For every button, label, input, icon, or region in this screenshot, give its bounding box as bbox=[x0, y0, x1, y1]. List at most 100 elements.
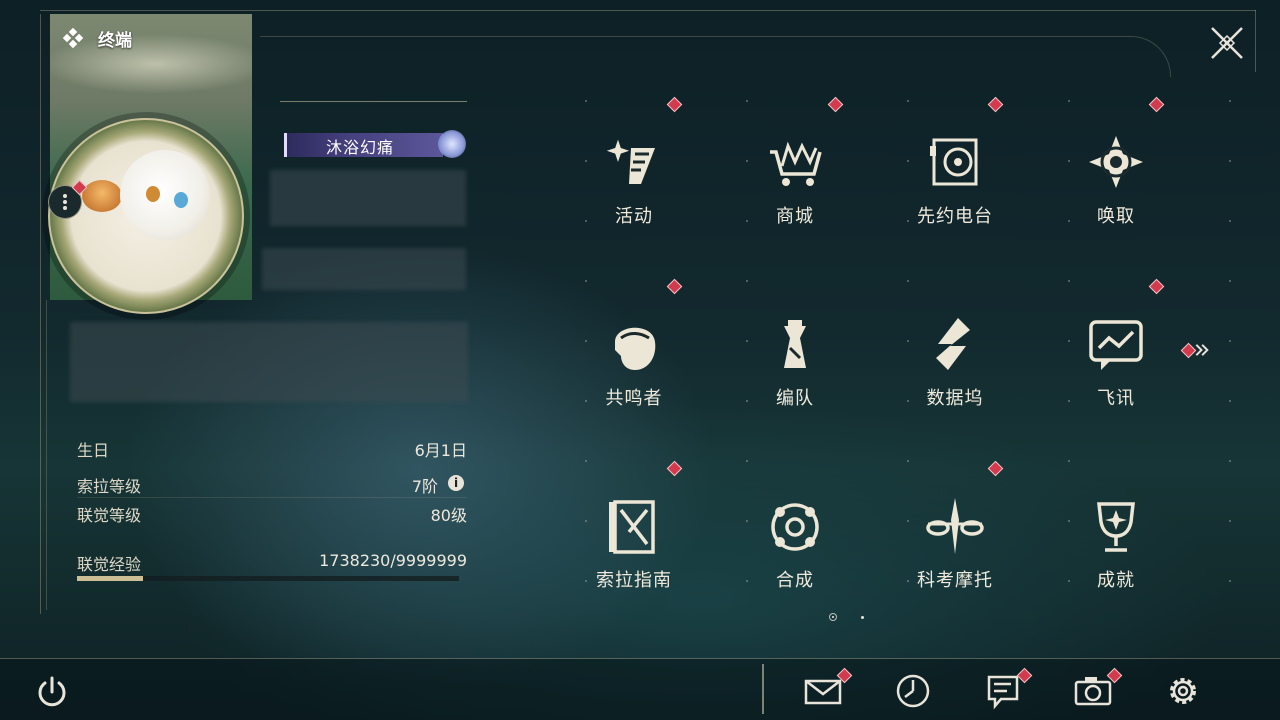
info-icon[interactable]: i bbox=[448, 475, 464, 491]
grid-dot bbox=[907, 580, 909, 582]
menu-tile[interactable]: 活动 bbox=[553, 90, 715, 272]
next-page-icon[interactable] bbox=[1195, 338, 1221, 362]
grid-dot bbox=[1229, 220, 1231, 222]
grid-dot bbox=[585, 340, 587, 342]
grid-dot bbox=[746, 580, 748, 582]
menu-tile-label: 先约电台 bbox=[917, 206, 993, 227]
redacted-signature bbox=[70, 322, 468, 402]
notification-badge bbox=[666, 460, 683, 477]
menu-tile[interactable]: 飞讯 bbox=[1035, 272, 1197, 454]
menu-tile[interactable]: 商城 bbox=[714, 90, 876, 272]
grid-dot bbox=[746, 160, 748, 162]
union-exp-value: 1738230/9999999 bbox=[319, 551, 467, 570]
grid-dot bbox=[1229, 460, 1231, 462]
grid-dot bbox=[1229, 160, 1231, 162]
settings-gear-icon[interactable] bbox=[1163, 671, 1203, 711]
guide-book-icon bbox=[609, 500, 655, 554]
nameplate-divider bbox=[280, 101, 467, 102]
grid-dot bbox=[1068, 460, 1070, 462]
menu-tile[interactable]: 先约电台 bbox=[874, 90, 1036, 272]
grid-dot bbox=[907, 400, 909, 402]
notice-icon[interactable] bbox=[983, 671, 1023, 711]
bottom-separator bbox=[762, 664, 764, 714]
notification-badge bbox=[666, 278, 683, 295]
camera-icon[interactable] bbox=[1073, 671, 1113, 711]
menu-tile[interactable]: 合成 bbox=[714, 454, 876, 636]
close-icon[interactable] bbox=[1208, 24, 1246, 62]
grid-dot bbox=[746, 220, 748, 222]
menu-tile[interactable]: 成就 bbox=[1035, 454, 1197, 636]
grid-dot bbox=[1229, 100, 1231, 102]
grid-dot bbox=[1229, 580, 1231, 582]
menu-tile[interactable]: 共鸣者 bbox=[553, 272, 715, 454]
page-indicator-2[interactable] bbox=[861, 616, 864, 619]
frame-curve-line bbox=[260, 36, 1171, 77]
grid-dot bbox=[585, 280, 587, 282]
radio-icon bbox=[930, 138, 978, 186]
exp-progress-fill bbox=[77, 576, 144, 581]
menu-tile[interactable]: 编队 bbox=[714, 272, 876, 454]
grid-dot bbox=[1229, 340, 1231, 342]
grid-dot bbox=[1068, 160, 1070, 162]
menu-tile-label: 数据坞 bbox=[926, 388, 984, 409]
notification-badge bbox=[666, 96, 683, 113]
avatar-eye-left bbox=[146, 186, 160, 202]
avatar-face bbox=[120, 150, 210, 240]
menu-tile-label: 科考摩托 bbox=[917, 570, 993, 591]
redacted-name bbox=[270, 170, 466, 226]
grid-dot bbox=[1068, 400, 1070, 402]
birthday-label: 生日 bbox=[77, 441, 110, 460]
grid-dot bbox=[1068, 280, 1070, 282]
grid-dot bbox=[907, 280, 909, 282]
grid-dot bbox=[746, 100, 748, 102]
grid-dot bbox=[1068, 220, 1070, 222]
menu-tile[interactable]: 科考摩托 bbox=[874, 454, 1036, 636]
notification-badge bbox=[987, 460, 1004, 477]
frame-left-line-inner bbox=[46, 300, 47, 610]
terminal-icon bbox=[63, 28, 83, 48]
name-plate-label: 沐浴幻痛 bbox=[326, 138, 395, 157]
notification-badge bbox=[1148, 96, 1165, 113]
frame-right-line bbox=[1255, 10, 1256, 72]
grid-dot bbox=[585, 460, 587, 462]
menu-tile[interactable]: 索拉指南 bbox=[553, 454, 715, 636]
power-icon[interactable] bbox=[34, 674, 70, 710]
menu-tile-label: 商城 bbox=[776, 206, 814, 227]
grid-dot bbox=[907, 460, 909, 462]
grid-dot bbox=[1068, 580, 1070, 582]
birthday-value: 6月1日 bbox=[414, 441, 467, 460]
redacted-id bbox=[262, 248, 466, 290]
grid-dot bbox=[585, 160, 587, 162]
menu-tile-label: 飞讯 bbox=[1097, 388, 1135, 409]
union-level-label: 联觉等级 bbox=[77, 506, 142, 525]
grid-dot bbox=[907, 100, 909, 102]
mail-icon[interactable] bbox=[803, 671, 843, 711]
menu-tile-label: 成就 bbox=[1097, 570, 1135, 591]
menu-tile[interactable]: 唤取 bbox=[1035, 90, 1197, 272]
terminal-title: 终端 bbox=[98, 31, 132, 51]
exp-progress-bar bbox=[77, 576, 459, 581]
stat-divider bbox=[77, 497, 467, 498]
grid-dot bbox=[1068, 100, 1070, 102]
page-indicator-1[interactable] bbox=[829, 613, 837, 621]
frame-bottom-line bbox=[0, 658, 1280, 659]
data-bank-icon bbox=[936, 318, 970, 370]
grid-dot bbox=[1068, 340, 1070, 342]
sola-level-value: 7阶 bbox=[411, 477, 438, 496]
grid-dot bbox=[907, 220, 909, 222]
menu-tile-label: 索拉指南 bbox=[596, 570, 672, 591]
grid-dot bbox=[1229, 280, 1231, 282]
menu-grid: 活动 商城 先约电台 唤取 共鸣者 编队 数据坞 飞讯 索拉指南 合成 科考摩托 成就 bbox=[553, 90, 1231, 630]
menu-tile-label: 活动 bbox=[615, 206, 653, 227]
notification-badge bbox=[827, 96, 844, 113]
menu-tile-label: 共鸣者 bbox=[605, 388, 663, 409]
name-plate-gem-icon bbox=[438, 130, 466, 158]
avatar-bun bbox=[82, 180, 122, 212]
grid-dot bbox=[746, 460, 748, 462]
grid-dot bbox=[1229, 400, 1231, 402]
clock-icon[interactable] bbox=[893, 671, 933, 711]
grid-dot bbox=[585, 520, 587, 522]
synthesis-icon bbox=[771, 503, 819, 551]
menu-tile[interactable]: 数据坞 bbox=[874, 272, 1036, 454]
grid-dot bbox=[585, 220, 587, 222]
